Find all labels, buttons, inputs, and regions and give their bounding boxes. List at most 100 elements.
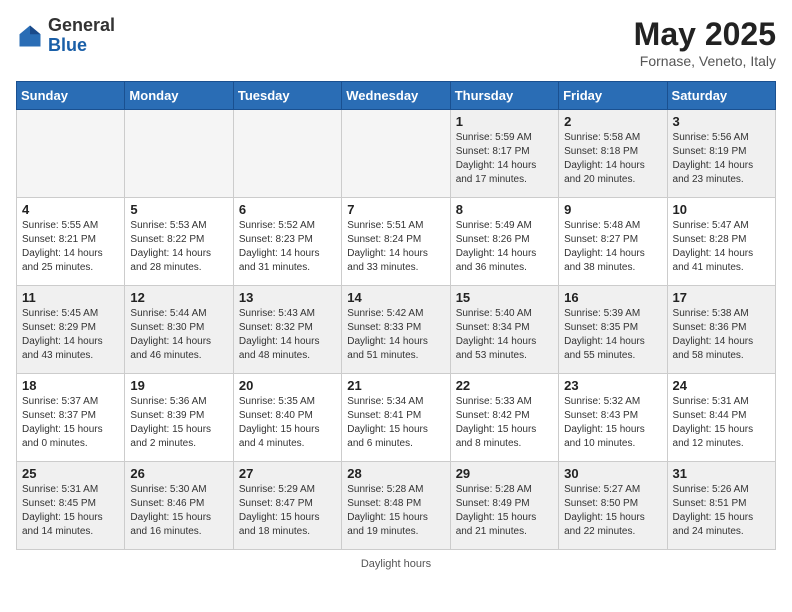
- calendar-cell: 21Sunrise: 5:34 AM Sunset: 8:41 PM Dayli…: [342, 374, 450, 462]
- day-number: 2: [564, 114, 661, 129]
- day-info: Sunrise: 5:52 AM Sunset: 8:23 PM Dayligh…: [239, 219, 336, 275]
- day-info: Sunrise: 5:27 AM Sunset: 8:50 PM Dayligh…: [564, 483, 661, 539]
- day-info: Sunrise: 5:26 AM Sunset: 8:51 PM Dayligh…: [673, 483, 770, 539]
- calendar-cell: 11Sunrise: 5:45 AM Sunset: 8:29 PM Dayli…: [17, 286, 125, 374]
- day-info: Sunrise: 5:31 AM Sunset: 8:44 PM Dayligh…: [673, 395, 770, 451]
- day-number: 9: [564, 202, 661, 217]
- calendar-cell: 16 Sunrise: 5:39 AM Sunset: 8:35 PM Dayli…: [559, 286, 667, 374]
- day-info: Sunrise: 5:31 AM Sunset: 8:45 PM Dayligh…: [22, 483, 119, 539]
- day-info: Sunrise: 5:47 AM Sunset: 8:28 PM Dayligh…: [673, 219, 770, 275]
- month-title: May 2025: [634, 16, 776, 53]
- calendar-cell: 14 Sunrise: 5:42 AM Sunset: 8:33 PM Dayli…: [342, 286, 450, 374]
- day-number: 6: [239, 202, 336, 217]
- calendar-cell: 15 Sunrise: 5:40 AM Sunset: 8:34 PM Dayli…: [450, 286, 558, 374]
- day-info: Sunrise: 5:58 AM Sunset: 8:18 PM Dayligh…: [564, 131, 661, 187]
- location: Fornase, Veneto, Italy: [634, 53, 776, 69]
- calendar-cell: [233, 110, 341, 198]
- calendar-cell: 24 Sunrise: 5:31 AM Sunset: 8:44 PM Dayli…: [667, 374, 775, 462]
- day-info: Sunrise: 5:51 AM Sunset: 8:24 PM Dayligh…: [347, 219, 444, 275]
- calendar-day-header: Tuesday: [233, 82, 341, 110]
- calendar-cell: 31 Sunrise: 5:26 AM Sunset: 8:51 PM Dayli…: [667, 462, 775, 550]
- day-info: Sunrise: 5:28 AM Sunset: 8:48 PM Dayligh…: [347, 483, 444, 539]
- day-number: 16: [564, 290, 661, 305]
- calendar-cell: 8 Sunrise: 5:49 AM Sunset: 8:26 PM Daylig…: [450, 198, 558, 286]
- calendar-week-row: 18 Sunrise: 5:37 AM Sunset: 8:37 PM Dayli…: [17, 374, 776, 462]
- calendar-cell: 5 Sunrise: 5:53 AM Sunset: 8:22 PM Daylig…: [125, 198, 233, 286]
- calendar-cell: 22 Sunrise: 5:33 AM Sunset: 8:42 PM Dayli…: [450, 374, 558, 462]
- calendar-table: SundayMondayTuesdayWednesdayThursdayFrid…: [16, 81, 776, 550]
- day-number: 7: [347, 202, 444, 217]
- logo-text: General Blue: [48, 16, 115, 56]
- calendar-cell: [17, 110, 125, 198]
- day-number: 22: [456, 378, 553, 393]
- day-info: Sunrise: 5:40 AM Sunset: 8:34 PM Dayligh…: [456, 307, 553, 363]
- calendar-day-header: Friday: [559, 82, 667, 110]
- day-number: 20: [239, 378, 336, 393]
- calendar-day-header: Thursday: [450, 82, 558, 110]
- calendar-day-header: Saturday: [667, 82, 775, 110]
- calendar-cell: 4Sunrise: 5:55 AM Sunset: 8:21 PM Daylig…: [17, 198, 125, 286]
- calendar-cell: 25 Sunrise: 5:31 AM Sunset: 8:45 PM Dayli…: [17, 462, 125, 550]
- day-number: 17: [673, 290, 770, 305]
- day-info: Sunrise: 5:39 AM Sunset: 8:35 PM Dayligh…: [564, 307, 661, 363]
- calendar-cell: 17 Sunrise: 5:38 AM Sunset: 8:36 PM Dayli…: [667, 286, 775, 374]
- calendar-cell: 2 Sunrise: 5:58 AM Sunset: 8:18 PM Daylig…: [559, 110, 667, 198]
- day-number: 3: [673, 114, 770, 129]
- day-number: 12: [130, 290, 227, 305]
- calendar-body: 1Sunrise: 5:59 AM Sunset: 8:17 PM Daylig…: [17, 110, 776, 550]
- calendar-cell: 6 Sunrise: 5:52 AM Sunset: 8:23 PM Daylig…: [233, 198, 341, 286]
- calendar-cell: 23Sunrise: 5:32 AM Sunset: 8:43 PM Dayli…: [559, 374, 667, 462]
- day-number: 24: [673, 378, 770, 393]
- calendar-cell: 20 Sunrise: 5:35 AM Sunset: 8:40 PM Dayli…: [233, 374, 341, 462]
- day-info: Sunrise: 5:49 AM Sunset: 8:26 PM Dayligh…: [456, 219, 553, 275]
- day-number: 8: [456, 202, 553, 217]
- day-info: Sunrise: 5:59 AM Sunset: 8:17 PM Dayligh…: [456, 131, 553, 187]
- day-info: Sunrise: 5:35 AM Sunset: 8:40 PM Dayligh…: [239, 395, 336, 451]
- calendar-cell: 30 Sunrise: 5:27 AM Sunset: 8:50 PM Dayli…: [559, 462, 667, 550]
- day-info: Sunrise: 5:38 AM Sunset: 8:36 PM Dayligh…: [673, 307, 770, 363]
- calendar-week-row: 11Sunrise: 5:45 AM Sunset: 8:29 PM Dayli…: [17, 286, 776, 374]
- day-info: Sunrise: 5:44 AM Sunset: 8:30 PM Dayligh…: [130, 307, 227, 363]
- calendar-cell: 27 Sunrise: 5:29 AM Sunset: 8:47 PM Dayli…: [233, 462, 341, 550]
- day-number: 10: [673, 202, 770, 217]
- day-number: 29: [456, 466, 553, 481]
- footer-note: Daylight hours: [16, 558, 776, 570]
- calendar-day-header: Sunday: [17, 82, 125, 110]
- day-info: Sunrise: 5:37 AM Sunset: 8:37 PM Dayligh…: [22, 395, 119, 451]
- calendar-cell: 18 Sunrise: 5:37 AM Sunset: 8:37 PM Dayli…: [17, 374, 125, 462]
- calendar-cell: 28 Sunrise: 5:28 AM Sunset: 8:48 PM Dayli…: [342, 462, 450, 550]
- day-info: Sunrise: 5:56 AM Sunset: 8:19 PM Dayligh…: [673, 131, 770, 187]
- calendar-cell: 3 Sunrise: 5:56 AM Sunset: 8:19 PM Daylig…: [667, 110, 775, 198]
- day-info: Sunrise: 5:43 AM Sunset: 8:32 PM Dayligh…: [239, 307, 336, 363]
- calendar-week-row: 4Sunrise: 5:55 AM Sunset: 8:21 PM Daylig…: [17, 198, 776, 286]
- day-info: Sunrise: 5:53 AM Sunset: 8:22 PM Dayligh…: [130, 219, 227, 275]
- day-number: 31: [673, 466, 770, 481]
- day-info: Sunrise: 5:32 AM Sunset: 8:43 PM Dayligh…: [564, 395, 661, 451]
- page-header: General Blue May 2025 Fornase, Veneto, I…: [16, 16, 776, 69]
- calendar-cell: 9 Sunrise: 5:48 AM Sunset: 8:27 PM Daylig…: [559, 198, 667, 286]
- logo-icon: [16, 22, 44, 50]
- day-number: 18: [22, 378, 119, 393]
- calendar-cell: 29 Sunrise: 5:28 AM Sunset: 8:49 PM Dayli…: [450, 462, 558, 550]
- day-number: 11: [22, 290, 119, 305]
- day-number: 28: [347, 466, 444, 481]
- calendar-header-row: SundayMondayTuesdayWednesdayThursdayFrid…: [17, 82, 776, 110]
- day-info: Sunrise: 5:33 AM Sunset: 8:42 PM Dayligh…: [456, 395, 553, 451]
- calendar-cell: 1Sunrise: 5:59 AM Sunset: 8:17 PM Daylig…: [450, 110, 558, 198]
- day-info: Sunrise: 5:28 AM Sunset: 8:49 PM Dayligh…: [456, 483, 553, 539]
- day-info: Sunrise: 5:42 AM Sunset: 8:33 PM Dayligh…: [347, 307, 444, 363]
- calendar-week-row: 1Sunrise: 5:59 AM Sunset: 8:17 PM Daylig…: [17, 110, 776, 198]
- calendar-cell: 10 Sunrise: 5:47 AM Sunset: 8:28 PM Dayli…: [667, 198, 775, 286]
- day-info: Sunrise: 5:30 AM Sunset: 8:46 PM Dayligh…: [130, 483, 227, 539]
- day-number: 14: [347, 290, 444, 305]
- day-number: 5: [130, 202, 227, 217]
- day-number: 25: [22, 466, 119, 481]
- logo: General Blue: [16, 16, 115, 56]
- day-number: 27: [239, 466, 336, 481]
- day-number: 15: [456, 290, 553, 305]
- day-info: Sunrise: 5:48 AM Sunset: 8:27 PM Dayligh…: [564, 219, 661, 275]
- calendar-cell: 12 Sunrise: 5:44 AM Sunset: 8:30 PM Dayli…: [125, 286, 233, 374]
- day-number: 30: [564, 466, 661, 481]
- calendar-day-header: Wednesday: [342, 82, 450, 110]
- day-info: Sunrise: 5:29 AM Sunset: 8:47 PM Dayligh…: [239, 483, 336, 539]
